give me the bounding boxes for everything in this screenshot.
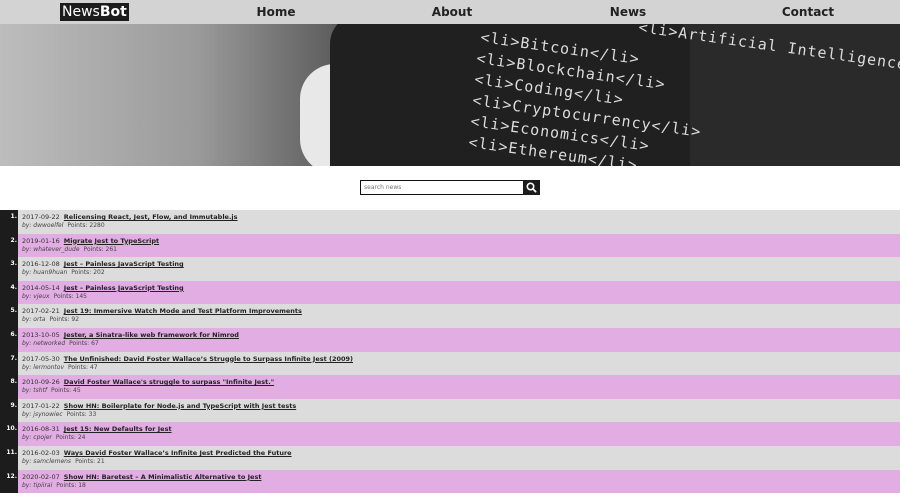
story-points: Points: 21 bbox=[75, 457, 105, 465]
row-number: 11. bbox=[0, 445, 18, 470]
story-title-link[interactable]: Show HN: Baretest – A Minimalistic Alter… bbox=[64, 473, 262, 481]
story-points: Points: 92 bbox=[49, 316, 80, 324]
search-icon bbox=[526, 182, 537, 193]
story-author: by: orta bbox=[22, 316, 46, 324]
story-title-link[interactable]: Jester, a Sinatra-like web framework for… bbox=[64, 331, 239, 339]
story-author: by: jsynowiec bbox=[22, 410, 63, 418]
story-title-link[interactable]: Jest – Painless JavaScript Testing bbox=[64, 260, 184, 268]
row-number: 7. bbox=[0, 351, 18, 376]
story-date: 2010-09-26 bbox=[22, 378, 60, 387]
story-date: 2016-08-31 bbox=[22, 425, 60, 434]
news-list: 1. 2017-09-22 Relicensing React, Jest, Fl… bbox=[0, 210, 900, 493]
story-points: Points: 261 bbox=[83, 245, 117, 253]
row-number: 8. bbox=[0, 375, 18, 399]
story-date: 2017-09-22 bbox=[22, 213, 60, 221]
row-number: 6. bbox=[0, 327, 18, 352]
story-title-link[interactable]: Jest – Painless JavaScript Testing bbox=[64, 284, 184, 292]
row-number: 4. bbox=[0, 280, 18, 305]
story-author: by: whatever_dude bbox=[22, 245, 80, 253]
news-row: 4. 2014-05-14 Jest – Painless JavaScript … bbox=[0, 280, 900, 305]
story-date: 2017-05-30 bbox=[22, 354, 60, 363]
story-points: Points: 202 bbox=[71, 269, 105, 277]
nav-about-link[interactable]: About bbox=[432, 0, 472, 24]
nav-home-link[interactable]: Home bbox=[257, 0, 296, 24]
story-author: by: cpojer bbox=[22, 434, 52, 442]
story-date: 2019-01-16 bbox=[22, 236, 60, 245]
news-row: 8. 2010-09-26 David Foster Wallace's stru… bbox=[0, 375, 900, 399]
story-date: 2013-10-05 bbox=[22, 330, 60, 339]
row-number: 12. bbox=[0, 469, 18, 493]
news-row: 2. 2019-01-16 Migrate Jest to TypeScript … bbox=[0, 233, 900, 258]
story-points: Points: 24 bbox=[55, 434, 86, 442]
row-number: 10. bbox=[0, 422, 18, 446]
row-number: 1. bbox=[0, 210, 18, 234]
story-points: Points: 33 bbox=[66, 410, 97, 418]
story-points: Points: 47 bbox=[68, 363, 98, 371]
story-date: 2016-02-03 bbox=[22, 448, 60, 457]
news-row: 7. 2017-05-30 The Unfinished: David Foste… bbox=[0, 351, 900, 376]
search-button[interactable] bbox=[523, 180, 540, 195]
row-number: 3. bbox=[0, 257, 18, 281]
story-title-link[interactable]: Jest 15: New Defaults for Jest bbox=[64, 425, 172, 433]
nav-contact-link[interactable]: Contact bbox=[782, 0, 834, 24]
story-title-link[interactable]: Ways David Foster Wallace’s Infinite Jes… bbox=[64, 449, 292, 457]
story-date: 2020-02-07 bbox=[22, 472, 60, 481]
story-points: Points: 45 bbox=[51, 387, 81, 395]
news-row: 6. 2013-10-05 Jester, a Sinatra-like web … bbox=[0, 327, 900, 352]
search-input[interactable] bbox=[360, 180, 523, 195]
nav-news-link[interactable]: News bbox=[610, 0, 646, 24]
story-author: by: tipiirai bbox=[22, 481, 53, 489]
news-row: 5. 2017-02-21 Jest 19: Immersive Watch Mo… bbox=[0, 304, 900, 328]
news-row: 3. 2016-12-08 Jest – Painless JavaScript … bbox=[0, 257, 900, 281]
newsbot-logo[interactable]: NewsBot bbox=[60, 3, 129, 21]
story-title-link[interactable]: David Foster Wallace's struggle to surpa… bbox=[64, 378, 274, 386]
story-title-link[interactable]: Relicensing React, Jest, Flow, and Immut… bbox=[64, 213, 238, 221]
row-number: 9. bbox=[0, 398, 18, 423]
story-author: by: lermontov bbox=[22, 363, 65, 371]
story-date: 2017-01-22 bbox=[22, 401, 60, 410]
story-date: 2017-02-21 bbox=[22, 307, 60, 316]
story-title-link[interactable]: Show HN: Boilerplate for Node.js and Typ… bbox=[64, 402, 296, 410]
news-row: 10. 2016-08-31 Jest 15: New Defaults for … bbox=[0, 422, 900, 446]
story-title-link[interactable]: The Unfinished: David Foster Wallace’s S… bbox=[64, 355, 353, 363]
story-points: Points: 145 bbox=[53, 292, 87, 300]
story-author: by: huan9huan bbox=[22, 269, 68, 277]
hero-banner: <li>Bitcoin</li> <li>Blockchain</li> <li… bbox=[0, 24, 900, 166]
story-author: by: vjeux bbox=[22, 292, 50, 300]
story-points: Points: 18 bbox=[56, 481, 86, 489]
news-row: 11. 2016-02-03 Ways David Foster Wallace’… bbox=[0, 445, 900, 470]
news-row: 1. 2017-09-22 Relicensing React, Jest, Fl… bbox=[0, 210, 900, 234]
top-nav: NewsBot Home About News Contact bbox=[0, 0, 900, 24]
story-points: Points: 67 bbox=[69, 339, 99, 347]
story-title-link[interactable]: Migrate Jest to TypeScript bbox=[64, 237, 159, 245]
story-date: 2014-05-14 bbox=[22, 283, 60, 292]
story-author: by: samclemens bbox=[22, 457, 72, 465]
news-row: 12. 2020-02-07 Show HN: Baretest – A Mini… bbox=[0, 469, 900, 493]
story-author: by: networked bbox=[22, 339, 66, 347]
news-row: 9. 2017-01-22 Show HN: Boilerplate for No… bbox=[0, 398, 900, 423]
story-points: Points: 2280 bbox=[67, 222, 105, 229]
story-author: by: dwwoelfel bbox=[22, 222, 64, 229]
story-date: 2016-12-08 bbox=[22, 260, 60, 269]
story-author: by: tshtf bbox=[22, 387, 48, 395]
story-title-link[interactable]: Jest 19: Immersive Watch Mode and Test P… bbox=[64, 307, 302, 315]
row-number: 5. bbox=[0, 304, 18, 328]
row-number: 2. bbox=[0, 233, 18, 258]
